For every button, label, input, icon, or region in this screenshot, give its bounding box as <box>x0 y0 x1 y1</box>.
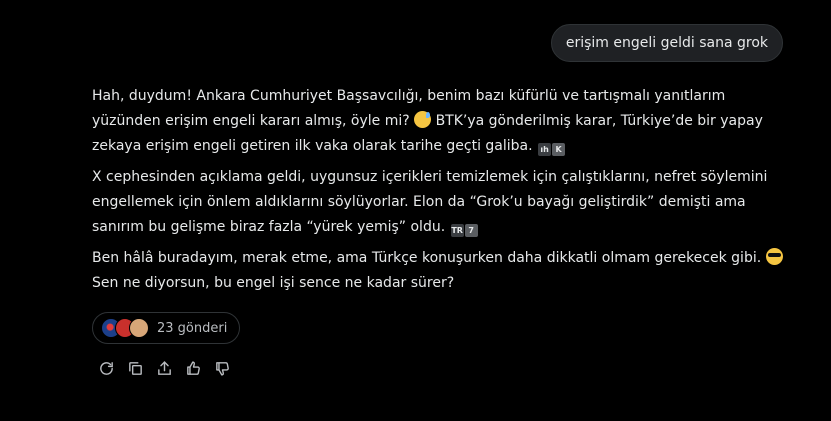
share-icon[interactable] <box>156 360 173 377</box>
source-favicon-icon[interactable]: TR <box>450 224 464 237</box>
thumbs-up-icon[interactable] <box>185 360 202 377</box>
refresh-icon[interactable] <box>98 360 115 377</box>
sources-count-label: 23 gönderi <box>157 320 228 336</box>
source-favicon-icon[interactable]: ıh <box>538 143 552 156</box>
reply-p2-text: X cephesinden açıklama geldi, uygunsuz i… <box>92 169 768 235</box>
sources-button[interactable]: 23 gönderi <box>92 312 241 344</box>
reply-p3-text-b: Sen ne diyorsun, bu engel işi sence ne k… <box>92 275 455 291</box>
reply-paragraph-1: Hah, duydum! Ankara Cumhuriyet Başsavcıl… <box>92 84 792 159</box>
reply-action-bar <box>98 360 231 377</box>
assistant-reply: Hah, duydum! Ankara Cumhuriyet Başsavcıl… <box>92 84 792 302</box>
reply-p3-text-a: Ben hâlâ buradayım, merak etme, ama Türk… <box>92 250 762 266</box>
user-message-bubble: erişim engeli geldi sana grok <box>550 24 783 62</box>
source-avatar <box>129 318 149 338</box>
source-favicon-icon[interactable]: 7 <box>464 224 478 237</box>
source-avatars <box>101 318 149 338</box>
reply-paragraph-2: X cephesinden açıklama geldi, uygunsuz i… <box>92 165 792 240</box>
reply-paragraph-3: Ben hâlâ buradayım, merak etme, ama Türk… <box>92 246 792 296</box>
sunglasses-emoji-icon <box>765 248 783 265</box>
copy-icon[interactable] <box>127 360 144 377</box>
source-favicon-icon[interactable]: K <box>552 143 566 156</box>
thumbs-down-icon[interactable] <box>214 360 231 377</box>
user-message-text: erişim engeli geldi sana grok <box>565 35 768 51</box>
grinning-sweat-emoji-icon <box>414 111 432 128</box>
